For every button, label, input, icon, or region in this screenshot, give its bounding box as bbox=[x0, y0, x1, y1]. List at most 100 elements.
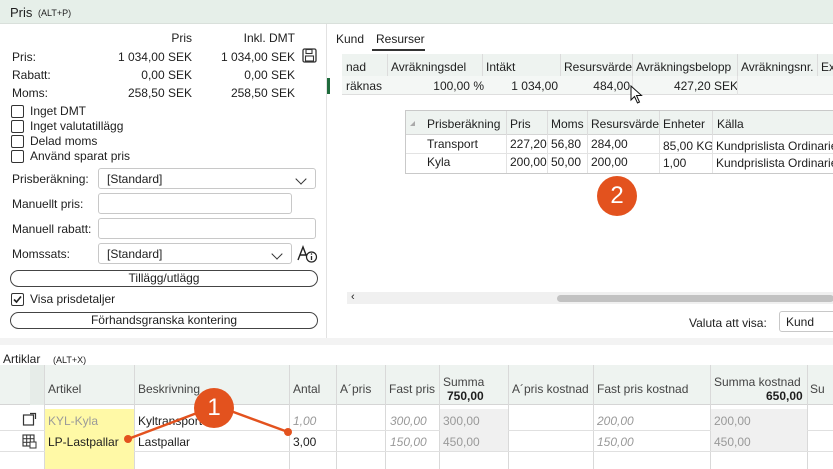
row2-fastpris[interactable]: 150,00 bbox=[390, 435, 427, 449]
col-header[interactable]: Avräkningsbelopp bbox=[636, 60, 731, 74]
col-header[interactable]: Avräkningsdel bbox=[391, 60, 466, 74]
col-header[interactable]: Resursvärde bbox=[564, 60, 632, 74]
cell-intakt: 1 034,00 bbox=[511, 79, 558, 93]
cell-kalla: Kundprislista Ordinarie bbox=[716, 156, 833, 170]
col-header-antal[interactable]: Antal bbox=[293, 382, 320, 396]
mouse-cursor-icon bbox=[630, 85, 643, 104]
col-header[interactable]: Pris bbox=[510, 117, 531, 131]
row1-summa: 300,00 bbox=[443, 414, 480, 428]
col-header-summa[interactable]: Summa bbox=[443, 375, 484, 389]
col-header[interactable]: nad bbox=[346, 60, 366, 74]
cell-enheter: 85,00 KG bbox=[663, 139, 714, 153]
table-row[interactable]: Kyla 200,00 50,00 200,00 1,00 Kundprisli… bbox=[406, 154, 833, 173]
active-tab-indicator bbox=[372, 49, 425, 51]
checkbox-delad-moms[interactable] bbox=[11, 135, 24, 148]
checkbox-inget-valutatillagg[interactable] bbox=[11, 120, 24, 133]
visa-prisdetaljer-label: Visa prisdetaljer bbox=[30, 292, 116, 306]
row1-summa-kostnad: 200,00 bbox=[714, 414, 751, 428]
cell-kalla: Kundprislista Ordinarie bbox=[716, 139, 833, 153]
articles-table-header: Artikel Beskrivning Antal A´pris Fast pr… bbox=[0, 365, 833, 405]
horizontal-scrollbar[interactable]: ‹ bbox=[347, 291, 833, 304]
row-moms-label: Moms: bbox=[12, 86, 48, 100]
row1-fastpris[interactable]: 300,00 bbox=[390, 414, 427, 428]
col-header-summa-kostnad[interactable]: Summa kostnad bbox=[714, 375, 801, 389]
manuellt-pris-label: Manuellt pris: bbox=[12, 197, 84, 211]
tax-info-icon[interactable] bbox=[296, 244, 318, 264]
details-panel: Kund Resurser nad Avräkningsdel Intäkt R… bbox=[326, 24, 833, 338]
col-header-su[interactable]: Su bbox=[810, 382, 825, 396]
resurser-row[interactable]: räknas 100,00 % 1 034,00 484,00 427,20 S… bbox=[342, 76, 833, 95]
price-panel: Pris Inkl. DMT Pris: 1 034,00 SEK 1 034,… bbox=[0, 24, 326, 338]
row2-fastpris-kostnad[interactable]: 150,00 bbox=[597, 435, 634, 449]
valuta-select[interactable]: Kund bbox=[779, 311, 833, 332]
col-pris-header: Pris bbox=[171, 31, 192, 45]
col-header[interactable]: Intäkt bbox=[486, 60, 515, 74]
col-header[interactable]: Resursvärde bbox=[591, 117, 659, 131]
valuta-value: Kund bbox=[786, 315, 815, 329]
momssats-select[interactable]: [Standard] bbox=[98, 243, 292, 264]
prisberakning-select[interactable]: [Standard] bbox=[98, 168, 316, 189]
checkbox-inget-valutatillagg-label: Inget valutatillägg bbox=[30, 119, 124, 133]
col-header[interactable]: Enheter bbox=[663, 117, 705, 131]
scroll-left-icon[interactable]: ‹ bbox=[351, 291, 355, 303]
scrollbar-thumb[interactable] bbox=[557, 295, 833, 302]
prisberakning-label: Prisberäkning: bbox=[12, 172, 89, 186]
tillagg-utlagg-button[interactable]: Tillägg/utlägg bbox=[10, 270, 318, 287]
row2-summa-kostnad: 450,00 bbox=[714, 435, 751, 449]
checkbox-inget-dmt-label: Inget DMT bbox=[30, 104, 87, 118]
col-header[interactable]: Ex bbox=[821, 60, 833, 74]
cell-nad: räknas bbox=[346, 79, 383, 93]
cell-moms: 56,80 bbox=[551, 137, 582, 151]
chevron-down-icon bbox=[271, 248, 283, 260]
manuellt-pris-input[interactable] bbox=[98, 193, 292, 214]
row1-antal[interactable]: 1,00 bbox=[293, 414, 316, 428]
col-inkl-header: Inkl. DMT bbox=[243, 31, 295, 45]
forhandsgranska-kontering-button[interactable]: Förhandsgranska kontering bbox=[10, 312, 318, 329]
callout-badge-1: 1 bbox=[194, 388, 234, 428]
articles-title: Artiklar bbox=[3, 352, 41, 366]
row2-artikel[interactable]: LP-Lastpallar bbox=[48, 435, 119, 449]
cell-avrakningsdel: 100,00 % bbox=[433, 79, 484, 93]
checkbox-anvand-sparat-pris-label: Använd sparat pris bbox=[30, 149, 131, 163]
col-header-apris-kostnad[interactable]: A´pris kostnad bbox=[512, 382, 589, 396]
cell-prisberakning: Kyla bbox=[427, 155, 451, 169]
cell-resursvarde: 484,00 bbox=[593, 79, 630, 93]
price-section-header: Pris (ALT+P) bbox=[0, 0, 833, 24]
price-section-shortcut: (ALT+P) bbox=[38, 8, 72, 18]
row-pris-label: Pris: bbox=[12, 50, 36, 64]
row1-beskrivning: Kyltransport bbox=[138, 414, 203, 428]
prisberakning-value: [Standard] bbox=[107, 172, 163, 186]
col-header-fastpris-kostnad[interactable]: Fast pris kostnad bbox=[597, 382, 688, 396]
table-row[interactable]: Transport 227,20 56,80 284,00 85,00 KG K… bbox=[406, 135, 833, 154]
row-indicator bbox=[327, 78, 330, 94]
col-header-artikel[interactable]: Artikel bbox=[48, 382, 81, 396]
col-header[interactable]: Källa bbox=[717, 117, 744, 131]
col-header[interactable]: Avräkningsnr. bbox=[741, 60, 814, 74]
cell-moms: 50,00 bbox=[551, 155, 582, 169]
momssats-value: [Standard] bbox=[107, 247, 163, 261]
checkmark-icon bbox=[13, 295, 22, 304]
checkbox-delad-moms-label: Delad moms bbox=[30, 134, 98, 148]
row2-antal[interactable]: 3,00 bbox=[293, 435, 316, 449]
checkbox-inget-dmt[interactable] bbox=[11, 105, 24, 118]
summa-total: 750,00 bbox=[447, 389, 484, 403]
row-rabatt-inkl: 0,00 SEK bbox=[244, 68, 295, 82]
checkbox-visa-prisdetaljer[interactable] bbox=[11, 293, 24, 306]
col-header-fastpris[interactable]: Fast pris bbox=[389, 382, 435, 396]
col-header[interactable]: Moms bbox=[551, 117, 584, 131]
save-icon[interactable] bbox=[302, 48, 317, 63]
tab-resurser[interactable]: Resurser bbox=[376, 32, 425, 46]
callout-badge-2: 2 bbox=[597, 176, 637, 216]
row2-summa: 450,00 bbox=[443, 435, 480, 449]
checkbox-anvand-sparat-pris[interactable] bbox=[11, 150, 24, 163]
col-header[interactable]: Prisberäkning bbox=[427, 117, 500, 131]
row1-fastpris-kostnad[interactable]: 200,00 bbox=[597, 414, 634, 428]
tab-kund[interactable]: Kund bbox=[336, 32, 364, 46]
manuell-rabatt-input[interactable] bbox=[98, 218, 316, 239]
col-header-beskrivning[interactable]: Beskrivning bbox=[138, 382, 200, 396]
row1-artikel[interactable]: KYL-Kyla bbox=[48, 414, 98, 428]
col-header-apris[interactable]: A´pris bbox=[340, 382, 371, 396]
grid-icon[interactable] bbox=[22, 434, 37, 449]
sort-corner-icon bbox=[410, 121, 415, 126]
note-edit-icon[interactable] bbox=[22, 412, 37, 427]
